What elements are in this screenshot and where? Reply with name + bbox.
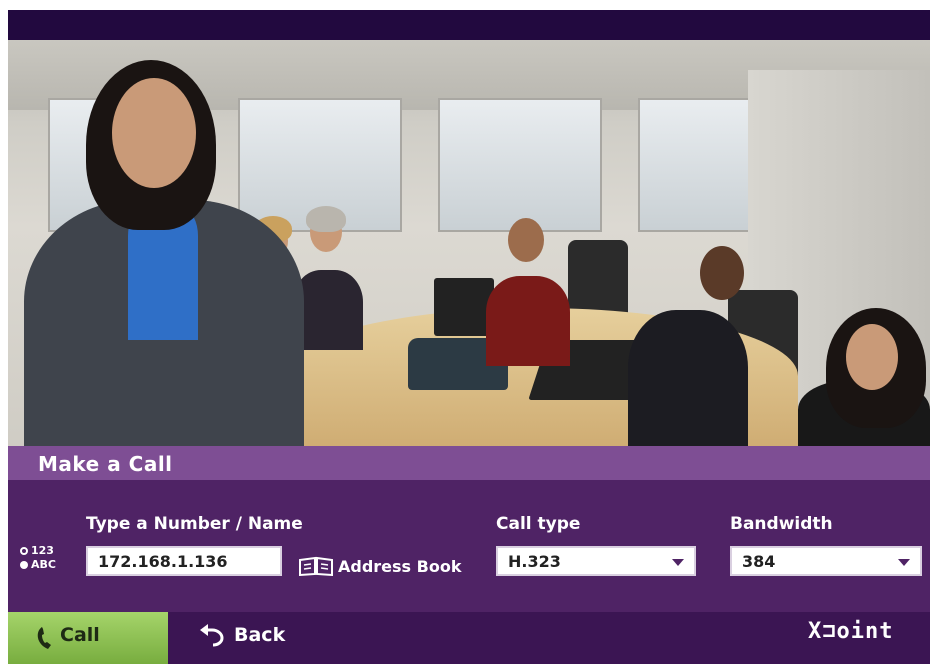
laptop bbox=[434, 278, 494, 336]
bandwidth-value: 384 bbox=[742, 552, 776, 571]
bandwidth-select[interactable]: 384 bbox=[730, 546, 922, 576]
call-button-label: Call bbox=[60, 624, 100, 646]
radio-selected-icon bbox=[20, 560, 28, 569]
bandwidth-label: Bandwidth bbox=[730, 514, 833, 534]
call-type-label: Call type bbox=[496, 514, 581, 534]
window bbox=[638, 98, 762, 232]
address-book-button[interactable]: Address Book bbox=[298, 556, 461, 576]
video-feed bbox=[8, 40, 930, 454]
address-book-label: Address Book bbox=[338, 556, 462, 576]
input-mode-alpha[interactable]: ABC bbox=[20, 558, 56, 571]
input-mode-label: ABC bbox=[31, 558, 56, 571]
window bbox=[438, 98, 602, 232]
number-input-value: 172.168.1.136 bbox=[98, 552, 228, 571]
number-label: Type a Number / Name bbox=[86, 514, 303, 534]
radio-unselected-icon bbox=[20, 546, 28, 555]
panel-title: Make a Call bbox=[38, 452, 173, 476]
xpoint-logo: X⊐oint bbox=[808, 619, 894, 644]
phone-icon bbox=[37, 627, 51, 649]
chevron-down-icon bbox=[672, 559, 684, 566]
number-input[interactable]: 172.168.1.136 bbox=[86, 546, 282, 576]
input-mode-numeric[interactable]: 123 bbox=[20, 544, 54, 557]
call-type-value: H.323 bbox=[508, 552, 561, 571]
book-icon bbox=[299, 556, 333, 576]
videoconference-screen: Make a Call Type a Number / Name Call ty… bbox=[8, 10, 930, 664]
back-button[interactable]: Back bbox=[234, 624, 285, 646]
chevron-down-icon bbox=[898, 559, 910, 566]
top-bar bbox=[8, 10, 930, 40]
call-type-select[interactable]: H.323 bbox=[496, 546, 696, 576]
input-mode-label: 123 bbox=[31, 544, 54, 557]
back-arrow-icon[interactable] bbox=[198, 622, 228, 648]
